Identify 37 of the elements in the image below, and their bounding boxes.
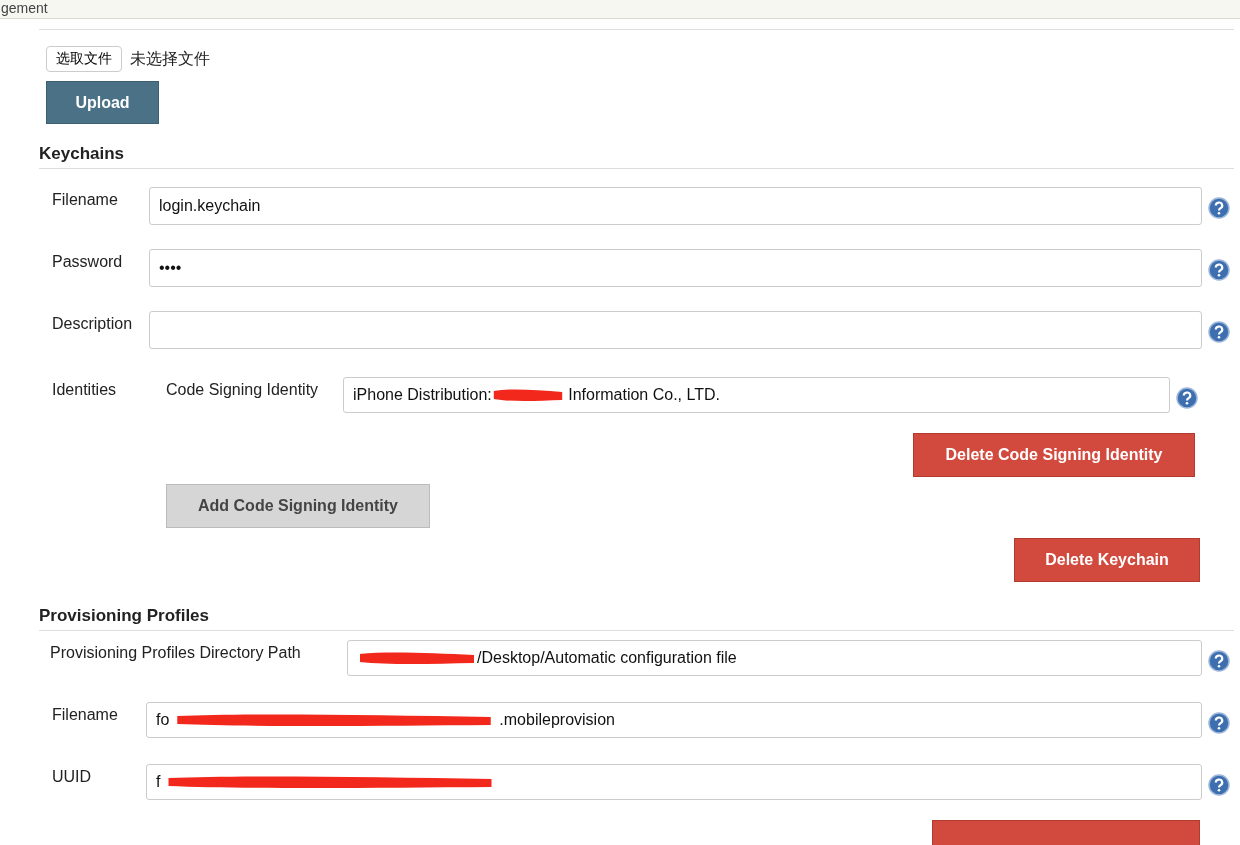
field-value: Information Co., LTD.: [567, 386, 720, 404]
field-label: UUID: [52, 767, 93, 786]
field-label: Identities: [52, 380, 118, 399]
help-icon[interactable]: [1208, 259, 1230, 281]
choose-file-button[interactable]: 选取文件: [46, 46, 122, 72]
help-icon[interactable]: [1208, 650, 1230, 672]
text-field[interactable]: fo .mobileprovision: [146, 702, 1202, 738]
text-field[interactable]: [149, 311, 1202, 349]
field-value: .mobileprovision: [499, 711, 615, 729]
field-label: Filename: [52, 705, 119, 724]
help-icon[interactable]: [1208, 197, 1230, 219]
delete-keychain-button[interactable]: Delete Keychain: [1014, 538, 1200, 582]
field-value: f: [156, 773, 161, 791]
breadcrumb-text: gement: [1, 0, 48, 16]
upload-button[interactable]: Upload: [46, 81, 159, 124]
field-value: fo: [156, 711, 170, 729]
help-icon[interactable]: [1208, 321, 1230, 343]
field-label: Password: [52, 252, 124, 271]
field-label: Code Signing Identity: [166, 380, 320, 399]
help-icon[interactable]: [1176, 387, 1198, 409]
file-status: 未选择文件: [130, 48, 210, 69]
section-heading: Keychains: [39, 144, 1234, 169]
help-icon[interactable]: [1208, 712, 1230, 734]
text-field[interactable]: /Desktop/Automatic configuration file: [347, 640, 1202, 676]
add-identity-button[interactable]: Add Code Signing Identity: [166, 484, 430, 528]
text-field[interactable]: ••••: [149, 249, 1202, 287]
field-label: Filename: [52, 190, 119, 209]
field-value: /Desktop/Automatic configuration file: [477, 649, 737, 667]
text-field[interactable]: iPhone Distribution: Information Co., LTD.: [343, 377, 1170, 413]
section-heading: Provisioning Profiles: [39, 606, 1234, 631]
field-label: Description: [52, 314, 134, 333]
text-field[interactable]: f: [146, 764, 1202, 800]
field-label: Provisioning Profiles Directory Path: [50, 643, 302, 662]
text-field[interactable]: login.keychain: [149, 187, 1202, 225]
delete-identity-button[interactable]: Delete Code Signing Identity: [913, 433, 1195, 477]
field-value: iPhone Distribution:: [353, 386, 492, 404]
help-icon[interactable]: [1208, 774, 1230, 796]
